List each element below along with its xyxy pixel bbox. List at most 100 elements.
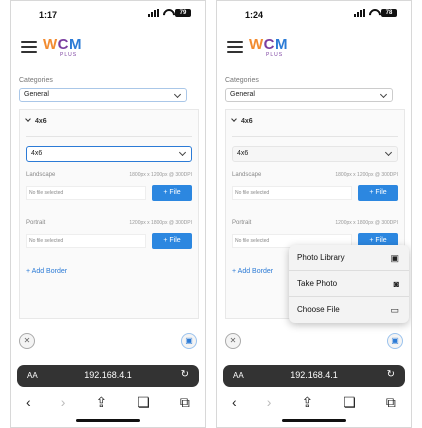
screenshot-pair: 1:17 79 WCM PLUS Categories General 4x6 [0, 0, 422, 428]
file-row-portrait: Portrait 1200px x 1800px @ 300DPI No fil… [26, 220, 192, 260]
photo-library-icon: ▣ [390, 253, 399, 263]
phone-screen-right: 1:24 78 WCM PLUS Categories General 4x6 [216, 0, 412, 428]
add-file-button[interactable]: + File [152, 233, 192, 249]
status-time: 1:17 [39, 10, 58, 20]
bookmarks-icon[interactable]: ❏ [137, 394, 150, 411]
status-time: 1:24 [245, 10, 264, 20]
chevron-down-icon [379, 90, 388, 99]
file-row-landscape: Landscape 1800px x 1200px @ 300DPI No fi… [26, 172, 192, 212]
logo-subtitle: PLUS [266, 52, 284, 58]
divider [232, 136, 398, 137]
add-border-link[interactable]: + Add Border [26, 268, 67, 275]
address-bar[interactable]: AA 192.168.4.1 ↻ [223, 365, 405, 387]
address-bar[interactable]: AA 192.168.4.1 ↻ [17, 365, 199, 387]
app-header: WCM PLUS [11, 29, 205, 69]
size-card-title: 4x6 [241, 118, 253, 125]
menu-item-photo-library[interactable]: Photo Library ▣ [289, 245, 409, 271]
menu-item-choose-file[interactable]: Choose File ▭ [289, 297, 409, 323]
size-select[interactable]: 4x6 [232, 146, 398, 162]
size-card-title: 4x6 [35, 118, 47, 125]
tabs-icon[interactable]: ⧉ [386, 394, 396, 411]
back-icon[interactable]: ‹ [26, 394, 31, 410]
hamburger-menu-icon[interactable] [227, 41, 243, 53]
logo-subtitle: PLUS [60, 52, 78, 58]
hamburger-menu-icon[interactable] [21, 41, 37, 53]
status-icons: 78 [354, 9, 397, 17]
save-icon[interactable]: ▣ [387, 333, 403, 349]
wcm-plus-logo[interactable]: WCM PLUS [249, 36, 299, 62]
home-indicator [282, 419, 346, 422]
logo-wordmark: WCM [43, 36, 83, 53]
share-icon[interactable]: ⇪ [96, 394, 108, 411]
chevron-down-icon [384, 148, 393, 157]
category-select[interactable]: General [225, 88, 393, 102]
battery-icon: 78 [381, 9, 397, 17]
chevron-down-icon [25, 116, 31, 122]
category-select-value: General [24, 91, 49, 98]
battery-icon: 79 [175, 9, 191, 17]
file-input[interactable]: No file selected [232, 186, 352, 200]
home-indicator [76, 419, 140, 422]
file-input[interactable]: No file selected [26, 186, 146, 200]
file-row-landscape: Landscape 1800px x 1200px @ 300DPI No fi… [232, 172, 398, 212]
tabs-icon[interactable]: ⧉ [180, 394, 190, 411]
wifi-icon [368, 9, 378, 17]
file-input[interactable]: No file selected [26, 234, 146, 248]
divider [26, 136, 192, 137]
signal-icon [354, 9, 365, 17]
phone-screen-left: 1:17 79 WCM PLUS Categories General 4x6 [10, 0, 206, 428]
category-select[interactable]: General [19, 88, 187, 102]
reload-icon[interactable]: ↻ [387, 369, 395, 380]
url-text: 192.168.4.1 [290, 370, 338, 380]
app-header: WCM PLUS [217, 29, 411, 69]
forward-icon[interactable]: › [61, 394, 66, 410]
add-file-button[interactable]: + File [358, 185, 398, 201]
camera-icon: ◙ [393, 279, 399, 289]
chevron-down-icon [231, 116, 237, 122]
status-icons: 79 [148, 9, 191, 17]
orientation-label: Portrait [26, 220, 46, 226]
share-icon[interactable]: ⇪ [302, 394, 314, 411]
status-bar: 1:17 79 [11, 1, 205, 29]
size-select[interactable]: 4x6 [26, 146, 192, 162]
signal-icon [148, 9, 159, 17]
bookmarks-icon[interactable]: ❏ [343, 394, 356, 411]
size-card-header[interactable]: 4x6 [231, 116, 253, 125]
menu-item-take-photo[interactable]: Take Photo ◙ [289, 271, 409, 297]
menu-item-label: Photo Library [297, 253, 345, 262]
orientation-label: Landscape [26, 172, 56, 178]
status-bar: 1:24 78 [217, 1, 411, 29]
dimensions-label: 1800px x 1200px @ 300DPI [335, 172, 398, 178]
size-select-value: 4x6 [31, 150, 43, 157]
add-file-button[interactable]: + File [152, 185, 192, 201]
dimensions-label: 1800px x 1200px @ 300DPI [129, 172, 192, 178]
page-content: Categories General 4x6 4x6 Landscape 180… [11, 73, 205, 323]
add-border-link[interactable]: + Add Border [232, 268, 273, 275]
category-label: Categories [19, 77, 53, 84]
logo-wordmark: WCM [249, 36, 289, 53]
close-icon[interactable]: ✕ [225, 333, 241, 349]
floating-controls: ✕ ▣ [11, 333, 205, 355]
wcm-plus-logo[interactable]: WCM PLUS [43, 36, 93, 62]
dimensions-label: 1200px x 1800px @ 300DPI [335, 220, 398, 226]
forward-icon[interactable]: › [267, 394, 272, 410]
reload-icon[interactable]: ↻ [181, 369, 189, 380]
chevron-down-icon [173, 90, 182, 99]
orientation-label: Portrait [232, 220, 252, 226]
menu-item-label: Take Photo [297, 279, 338, 288]
url-text: 192.168.4.1 [84, 370, 132, 380]
file-picker-menu: Photo Library ▣ Take Photo ◙ Choose File… [289, 245, 409, 323]
floating-controls: ✕ ▣ [217, 333, 411, 355]
size-select-value: 4x6 [237, 150, 249, 157]
browser-toolbar: ‹ › ⇪ ❏ ⧉ [217, 391, 411, 413]
category-select-value: General [230, 91, 255, 98]
menu-item-label: Choose File [297, 305, 340, 314]
category-label: Categories [225, 77, 259, 84]
save-icon[interactable]: ▣ [181, 333, 197, 349]
wifi-icon [162, 9, 172, 17]
chevron-down-icon [178, 148, 187, 157]
dimensions-label: 1200px x 1800px @ 300DPI [129, 220, 192, 226]
close-icon[interactable]: ✕ [19, 333, 35, 349]
back-icon[interactable]: ‹ [232, 394, 237, 410]
size-card-header[interactable]: 4x6 [25, 116, 47, 125]
